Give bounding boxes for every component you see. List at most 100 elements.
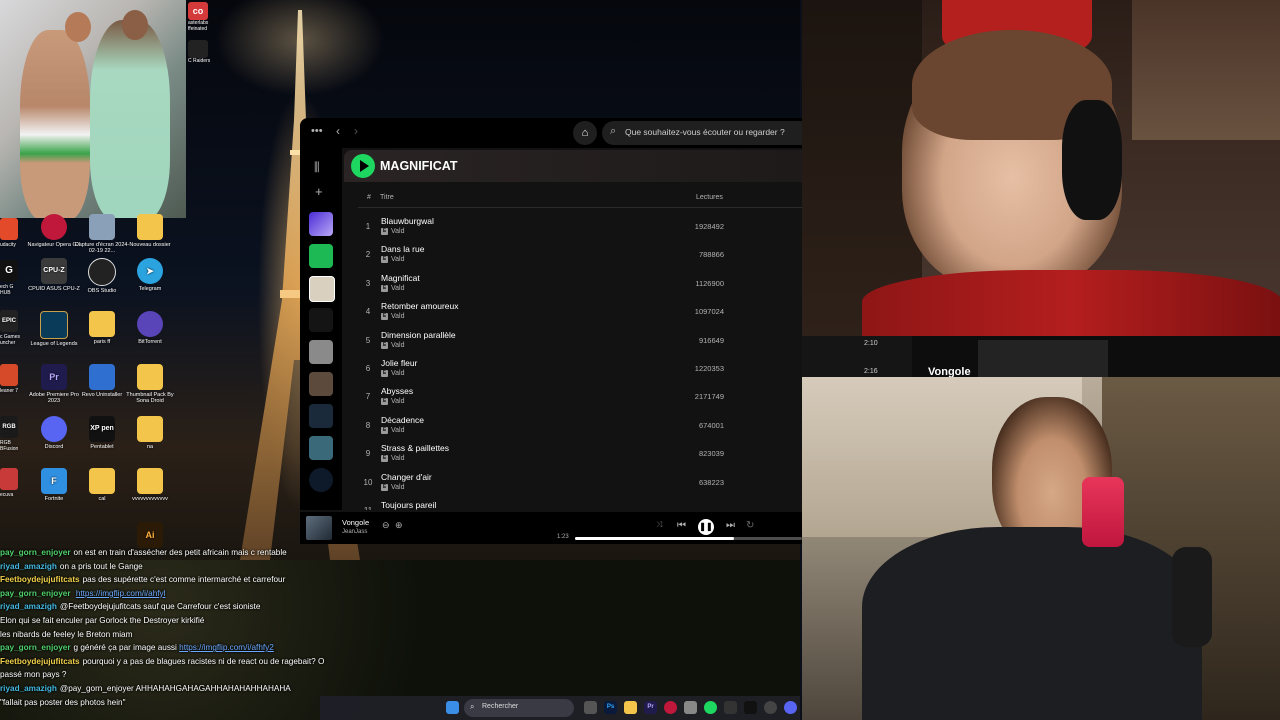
track-title[interactable]: Changer d'air: [381, 472, 432, 482]
add-circle-icon[interactable]: ⊕: [395, 520, 403, 531]
track-row[interactable]: 9 Strass & paillettes E Vald 823039: [344, 439, 802, 467]
playlist-thumb[interactable]: [309, 404, 333, 428]
more-options-icon[interactable]: •••: [311, 125, 323, 137]
playlist-thumb[interactable]: [309, 436, 333, 460]
spotify-window[interactable]: ••• ‹ › ⌂ ⌕ Que souhaitez-vous écouter o…: [300, 118, 802, 544]
chat-link[interactable]: https://imgflip.com/i/afhfy2: [179, 643, 274, 652]
playlist-thumb[interactable]: [309, 372, 333, 396]
track-row[interactable]: 3 Magnificat E Vald 1126900: [344, 269, 802, 297]
desktop-icon-folder[interactable]: Thumbnail Pack By Sona Droid: [122, 364, 178, 404]
shuffle-icon[interactable]: ⤨: [656, 520, 662, 530]
chat-username[interactable]: riyad_amazigh: [0, 562, 57, 571]
playlist-thumb[interactable]: [309, 468, 333, 492]
now-playing-title[interactable]: Vongole: [342, 518, 369, 527]
library-icon[interactable]: ⫼: [314, 160, 320, 175]
track-title[interactable]: Dimension parallèle: [381, 330, 456, 340]
playlist-thumb[interactable]: [309, 276, 335, 302]
track-number: 5: [365, 335, 371, 345]
track-artist[interactable]: Vald: [391, 484, 405, 491]
photoshop-icon[interactable]: Ps: [604, 701, 617, 714]
track-title[interactable]: Dans la rue: [381, 244, 424, 254]
track-row[interactable]: 5 Dimension parallèle E Vald 916649: [344, 326, 802, 354]
playlist-thumb[interactable]: [309, 308, 333, 332]
app-icon[interactable]: [684, 701, 697, 714]
opera-gx-icon[interactable]: [664, 701, 677, 714]
chat-username[interactable]: riyad_amazigh: [0, 602, 57, 611]
file-explorer-icon[interactable]: [584, 701, 597, 714]
app-icon[interactable]: [724, 701, 737, 714]
column-title[interactable]: Titre: [380, 194, 394, 201]
add-icon[interactable]: +: [315, 184, 323, 199]
track-title[interactable]: Blauwburgwal: [381, 216, 434, 226]
app-icon[interactable]: [744, 701, 757, 714]
desktop-icon-edge[interactable]: udacity: [0, 218, 20, 248]
track-row[interactable]: 11Toujours pareilEVald: [344, 496, 802, 510]
desktop-icon-folder[interactable]: na: [122, 416, 178, 450]
desktop-icon-label: Pentablet: [90, 444, 114, 450]
track-title[interactable]: Jolie fleur: [381, 358, 417, 368]
chat-link[interactable]: https://imgflip.com/i/ahfyl: [76, 589, 166, 598]
chat-username[interactable]: pay_gorn_enjoyer: [0, 643, 71, 652]
chat-username[interactable]: Feetboydejujufitcats: [0, 575, 80, 584]
previous-icon[interactable]: ⏮: [677, 520, 686, 531]
desktop-icon-edge[interactable]: EPIC c Games uncher: [0, 310, 20, 346]
track-row[interactable]: 8 Décadence E Vald 674001: [344, 411, 802, 439]
chat-username[interactable]: pay_gorn_enjoyer: [0, 548, 71, 557]
progress-bar[interactable]: [575, 537, 802, 540]
back-arrow-icon[interactable]: ‹: [336, 124, 340, 138]
desktop-icon-bittorrent[interactable]: BitTorrent: [122, 311, 178, 345]
repeat-icon[interactable]: ↻: [746, 520, 754, 531]
folder-icon[interactable]: [624, 701, 637, 714]
track-artist[interactable]: Vald: [391, 285, 405, 292]
minus-circle-icon[interactable]: ⊖: [382, 520, 390, 531]
desktop-icon-telegram[interactable]: ➤ Telegram: [122, 258, 178, 292]
track-artist[interactable]: Vald: [391, 256, 405, 263]
track-title[interactable]: Magnificat: [381, 273, 420, 283]
pause-button[interactable]: ❚❚: [698, 519, 714, 535]
track-artist[interactable]: Vald: [391, 427, 405, 434]
liked-songs-thumb[interactable]: [309, 212, 333, 236]
track-row[interactable]: 10 Changer d'air E Vald 638223: [344, 468, 802, 496]
track-row[interactable]: 4 Retomber amoureux E Vald 1097024: [344, 297, 802, 325]
spotify-icon[interactable]: [704, 701, 717, 714]
search-input[interactable]: ⌕ Que souhaitez-vous écouter ou regarder…: [602, 121, 802, 145]
track-title[interactable]: Toujours pareil: [381, 500, 436, 510]
playlist-thumb[interactable]: [309, 340, 333, 364]
track-row[interactable]: 7 Abysses E Vald 2171749: [344, 382, 802, 410]
desktop-icon-edge[interactable]: ecuva: [0, 468, 20, 498]
play-button[interactable]: [351, 154, 375, 178]
track-artist[interactable]: Vald: [391, 342, 405, 349]
now-playing-artist[interactable]: JeanJass: [342, 529, 367, 535]
track-artist[interactable]: Vald: [391, 398, 405, 405]
premiere-icon[interactable]: Pr: [644, 701, 657, 714]
track-title[interactable]: Retomber amoureux: [381, 301, 458, 311]
track-title[interactable]: Strass & paillettes: [381, 443, 449, 453]
desktop-icon-folder[interactable]: Nouveau dossier: [122, 214, 178, 248]
track-artist[interactable]: Vald: [391, 455, 405, 462]
desktop-icon-edge[interactable]: RGB RGB BFusion: [0, 416, 20, 452]
track-artist[interactable]: Vald: [391, 228, 405, 235]
track-title[interactable]: Abysses: [381, 386, 413, 396]
chat-username[interactable]: Feetboydejujufitcats: [0, 657, 80, 666]
track-title[interactable]: Décadence: [381, 415, 424, 425]
next-icon[interactable]: ⏭: [726, 520, 735, 531]
track-artist[interactable]: Vald: [391, 370, 405, 377]
forward-arrow-icon[interactable]: ›: [354, 124, 358, 138]
desktop-icon-folder[interactable]: vvvvvvvvvvvvv: [122, 468, 178, 502]
desktop-icon-edge[interactable]: leaner 7: [0, 364, 20, 394]
github-icon[interactable]: [764, 701, 777, 714]
playlist-thumb[interactable]: [309, 244, 333, 268]
taskbar-search[interactable]: ⌕ Rechercher: [464, 699, 574, 717]
track-row[interactable]: 2 Dans la rue E Vald 788866: [344, 240, 802, 268]
chat-username[interactable]: riyad_amazigh: [0, 684, 57, 693]
chat-username[interactable]: pay_gorn_enjoyer: [0, 589, 71, 598]
column-plays[interactable]: Lectures: [696, 194, 723, 201]
windows-start-icon[interactable]: [446, 701, 459, 714]
desktop-icon-edge[interactable]: Gech G HUB: [0, 260, 20, 296]
now-playing-cover[interactable]: [306, 516, 332, 540]
discord-icon[interactable]: [784, 701, 797, 714]
track-artist[interactable]: Vald: [391, 313, 405, 320]
track-row[interactable]: 6 Jolie fleur E Vald 1220353: [344, 354, 802, 382]
home-button[interactable]: ⌂: [573, 121, 597, 145]
track-row[interactable]: 1 Blauwburgwal E Vald 1928492: [344, 212, 802, 240]
